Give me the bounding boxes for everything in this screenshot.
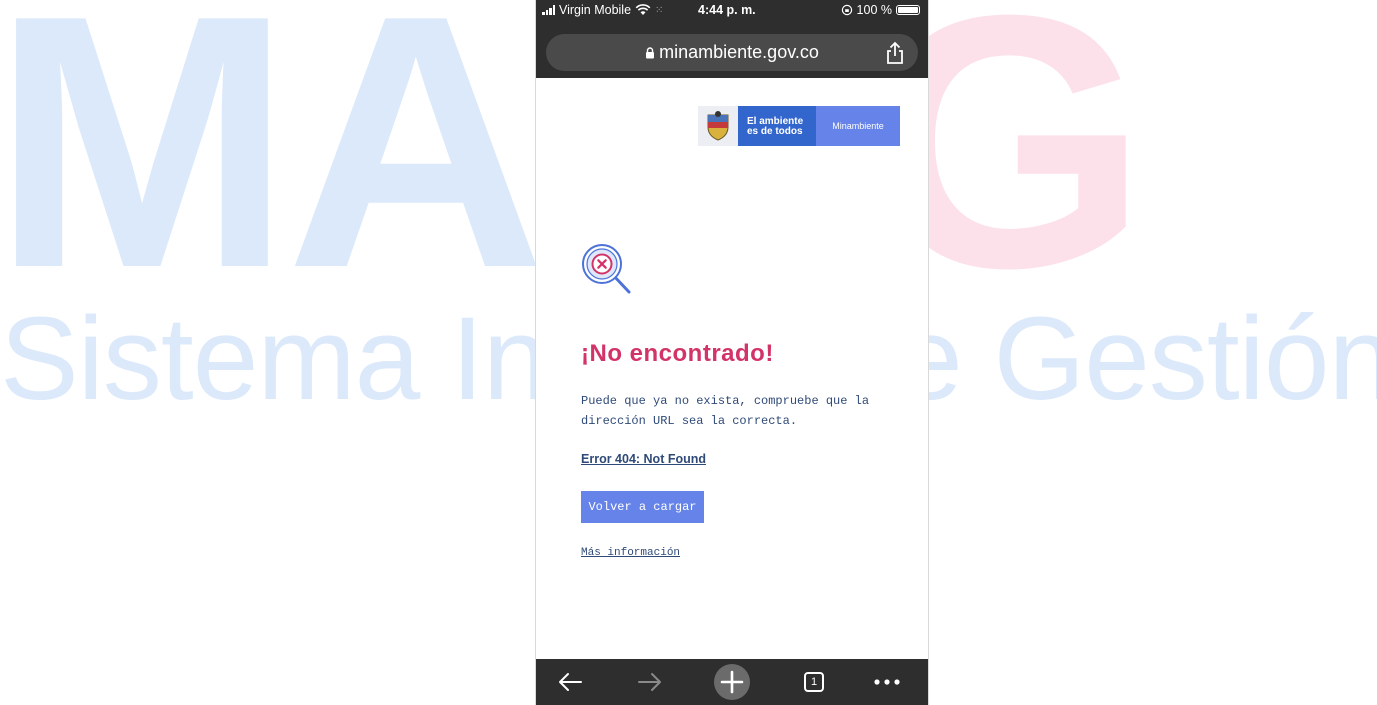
status-left: Virgin Mobile ⁙ <box>542 3 663 17</box>
error-code-link[interactable]: Error 404: Not Found <box>581 452 706 466</box>
tab-count-icon: 1 <box>804 672 824 692</box>
carrier-label: Virgin Mobile <box>559 3 632 17</box>
lock-icon <box>646 47 655 59</box>
colombia-shield-icon <box>698 106 738 146</box>
search-error-icon <box>582 244 631 294</box>
wifi-icon <box>635 4 651 15</box>
logo-slogan: El ambiente es de todos <box>738 106 816 146</box>
signal-icon <box>542 5 555 15</box>
url-text: minambiente.gov.co <box>659 42 819 62</box>
status-right: 100 % <box>841 3 920 17</box>
tabs-button[interactable]: 1 <box>798 659 830 705</box>
forward-arrow-icon <box>638 673 661 691</box>
plus-icon <box>714 664 750 700</box>
menu-button[interactable] <box>870 659 904 705</box>
battery-icon <box>896 5 920 15</box>
browser-bottom-toolbar: 1 <box>536 659 928 705</box>
reload-button[interactable]: Volver a cargar <box>581 491 704 523</box>
share-icon[interactable] <box>884 41 906 65</box>
new-tab-button[interactable] <box>712 659 752 705</box>
page-title: ¡No encontrado! <box>581 340 774 367</box>
more-dots-icon <box>874 679 900 685</box>
ministry-logo[interactable]: El ambiente es de todos Minambiente <box>698 106 900 146</box>
loading-icon: ⁙ <box>655 4 664 16</box>
more-info-link[interactable]: Más información <box>581 547 680 559</box>
watermark-letters-ma: MA <box>0 0 546 343</box>
slogan-line2: es de todos <box>747 126 803 137</box>
error-description: Puede que ya no exista, compruebe que la… <box>581 394 870 428</box>
battery-percent: 100 % <box>856 3 892 17</box>
phone-screen: Virgin Mobile ⁙ 4:44 p. m. 100 % minambi… <box>536 0 928 705</box>
status-time: 4:44 p. m. <box>698 3 756 17</box>
back-arrow-icon <box>559 673 582 691</box>
logo-ministry-name: Minambiente <box>816 106 900 146</box>
browser-top-bar: Virgin Mobile ⁙ 4:44 p. m. 100 % minambi… <box>536 0 928 78</box>
address-bar[interactable]: minambiente.gov.co <box>546 34 918 71</box>
tab-count: 1 <box>810 676 818 688</box>
back-button[interactable] <box>550 659 590 705</box>
url-display[interactable]: minambiente.gov.co <box>546 34 918 71</box>
orientation-lock-icon <box>841 4 852 16</box>
status-bar: Virgin Mobile ⁙ 4:44 p. m. 100 % <box>536 3 928 19</box>
forward-button[interactable] <box>630 659 670 705</box>
